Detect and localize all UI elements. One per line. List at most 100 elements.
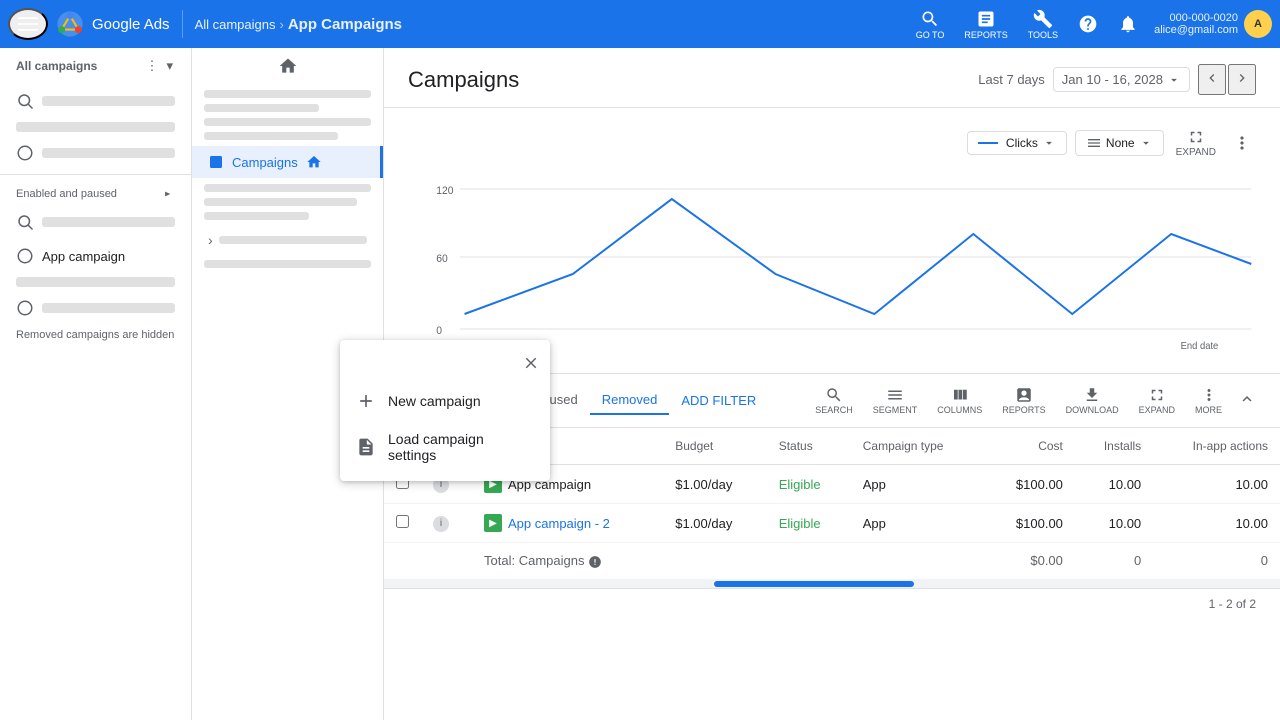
breadcrumb-parent[interactable]: All campaigns [195, 17, 276, 32]
sidebar-item-search2[interactable] [0, 205, 191, 239]
total-inapp: 0 [1153, 543, 1280, 580]
ss-arrow-icon: › [208, 232, 213, 248]
load-settings-item[interactable]: Load campaign settings [340, 421, 550, 473]
clicks-metric-btn[interactable]: Clicks [967, 131, 1067, 155]
row2-type: App [851, 504, 985, 543]
columns-toolbar-btn[interactable]: COLUMNS [933, 382, 986, 419]
sidebar-expand-btn[interactable]: ▾ [164, 56, 175, 76]
table-body: i ▶ App campaign $1.00/day Eligible App … [384, 465, 1280, 580]
segment-label: None [1106, 136, 1135, 150]
left-sidebar: All campaigns ⋮ ▾ Enabled and paused [0, 48, 192, 720]
new-campaign-item[interactable]: New campaign [340, 381, 550, 421]
sidebar-more-btn[interactable]: ⋮ [143, 56, 160, 76]
row2-name: ▶ App campaign - 2 [472, 504, 663, 543]
chart-expand-btn[interactable]: EXPAND [1172, 124, 1220, 162]
search-tool-label: GO TO [916, 30, 945, 40]
campaign-header: Campaigns Last 7 days Jan 10 - 16, 2028 [384, 48, 1280, 108]
total-cost: $0.00 [984, 543, 1075, 580]
sidebar-item-circle2[interactable] [0, 291, 191, 325]
new-campaign-label: New campaign [388, 393, 481, 409]
reports-toolbar-btn[interactable]: REPORTS [998, 382, 1049, 419]
row2-cost: $100.00 [984, 504, 1075, 543]
svg-text:60: 60 [436, 253, 448, 265]
info-icon: i [433, 516, 449, 532]
enabled-paused-label: Enabled and paused [0, 179, 191, 205]
date-nav [1198, 64, 1256, 95]
total-empty2 [421, 543, 472, 580]
collapse-btn[interactable] [1238, 390, 1256, 411]
horizontal-scrollbar[interactable] [384, 580, 1280, 588]
date-range-picker[interactable]: Jan 10 - 16, 2028 [1053, 67, 1190, 92]
all-campaigns-label: All campaigns [16, 59, 97, 73]
col-status: Status [767, 428, 851, 465]
user-avatar[interactable]: A [1244, 10, 1272, 38]
reports-label: REPORTS [964, 30, 1007, 40]
date-range-text: Jan 10 - 16, 2028 [1062, 72, 1163, 87]
col-cost: Cost [984, 428, 1075, 465]
date-preset-label: Last 7 days [978, 72, 1045, 87]
notifications-btn[interactable] [1110, 6, 1146, 42]
metric-label: Clicks [1006, 136, 1038, 150]
row1-installs: 10.00 [1075, 465, 1153, 504]
sidebar-actions: ⋮ ▾ [143, 56, 175, 76]
col-budget: Budget [663, 428, 766, 465]
removed-note: Removed campaigns are hidden [0, 325, 191, 349]
campaign-name-link[interactable]: App campaign - 2 [508, 516, 610, 531]
ss-home-btn[interactable] [192, 48, 383, 84]
col-inapp: In-app actions [1153, 428, 1280, 465]
user-email: alice@gmail.com [1154, 24, 1238, 36]
chart-more-btn[interactable] [1228, 129, 1256, 157]
add-filter-btn[interactable]: ADD FILTER [669, 387, 768, 414]
col-installs: Installs [1075, 428, 1153, 465]
breadcrumb: All campaigns › App Campaigns [195, 16, 402, 33]
segment-toolbar-btn[interactable]: SEGMENT [869, 382, 922, 419]
sidebar-app-campaign[interactable]: App campaign [0, 239, 191, 273]
more-toolbar-btn[interactable]: MORE [1191, 382, 1226, 419]
date-next-btn[interactable] [1228, 64, 1256, 95]
row2-inapp: 10.00 [1153, 504, 1280, 543]
col-type: Campaign type [851, 428, 985, 465]
app-logo: Google Ads [56, 10, 183, 38]
app-name: Google Ads [92, 16, 170, 33]
expand-toolbar-btn[interactable]: EXPAND [1135, 382, 1179, 419]
total-row: Total: Campaigns $0.00 0 0 [384, 543, 1280, 580]
pagination: 1 - 2 of 2 [384, 588, 1280, 619]
help-btn[interactable] [1070, 6, 1106, 42]
row2-checkbox[interactable] [384, 504, 421, 543]
row1-inapp: 10.00 [1153, 465, 1280, 504]
total-installs: 0 [1075, 543, 1153, 580]
filter-tab-removed[interactable]: Removed [590, 386, 670, 415]
total-budget [663, 543, 766, 580]
search-toolbar-btn[interactable]: SEARCH [811, 382, 857, 419]
reports-btn[interactable]: REPORTS [956, 1, 1015, 48]
hamburger-menu[interactable] [8, 8, 48, 40]
row2-installs: 10.00 [1075, 504, 1153, 543]
segment-btn[interactable]: None [1075, 130, 1164, 156]
dropdown-close-btn[interactable] [520, 352, 542, 377]
expand-label: EXPAND [1176, 147, 1216, 158]
sidebar-item-search1[interactable] [0, 84, 191, 118]
ss-expand-btn[interactable]: › [192, 226, 383, 254]
sidebar-item-circle1[interactable] [0, 136, 191, 170]
user-id: 000-000-0020 [1154, 12, 1238, 24]
dropdown-menu: New campaign Load campaign settings [340, 340, 550, 481]
user-info[interactable]: 000-000-0020 alice@gmail.com A [1154, 10, 1272, 38]
date-prev-btn[interactable] [1198, 64, 1226, 95]
scrollbar-thumb[interactable] [714, 581, 914, 587]
table-row: i ▶ App campaign - 2 $1.00/day Eligible … [384, 504, 1280, 543]
breadcrumb-sep: › [280, 17, 284, 32]
campaign-app-icon2: ▶ [484, 514, 502, 532]
row1-cost: $100.00 [984, 465, 1075, 504]
download-toolbar-btn[interactable]: DOWNLOAD [1062, 382, 1123, 419]
row2-info[interactable]: i [421, 504, 472, 543]
toolbar-icons: SEARCH SEGMENT COLUMNS REPORTS [811, 382, 1256, 419]
topbar: Google Ads All campaigns › App Campaigns… [0, 0, 1280, 48]
total-empty1 [384, 543, 421, 580]
total-label: Total: Campaigns [472, 543, 663, 580]
pagination-text: 1 - 2 of 2 [1209, 597, 1256, 611]
tools-label: TOOLS [1028, 30, 1058, 40]
campaigns-nav-item[interactable]: Campaigns [192, 146, 383, 178]
row1-status: Eligible [767, 465, 851, 504]
tools-btn[interactable]: TOOLS [1020, 1, 1066, 48]
search-tool-btn[interactable]: GO TO [908, 1, 953, 48]
